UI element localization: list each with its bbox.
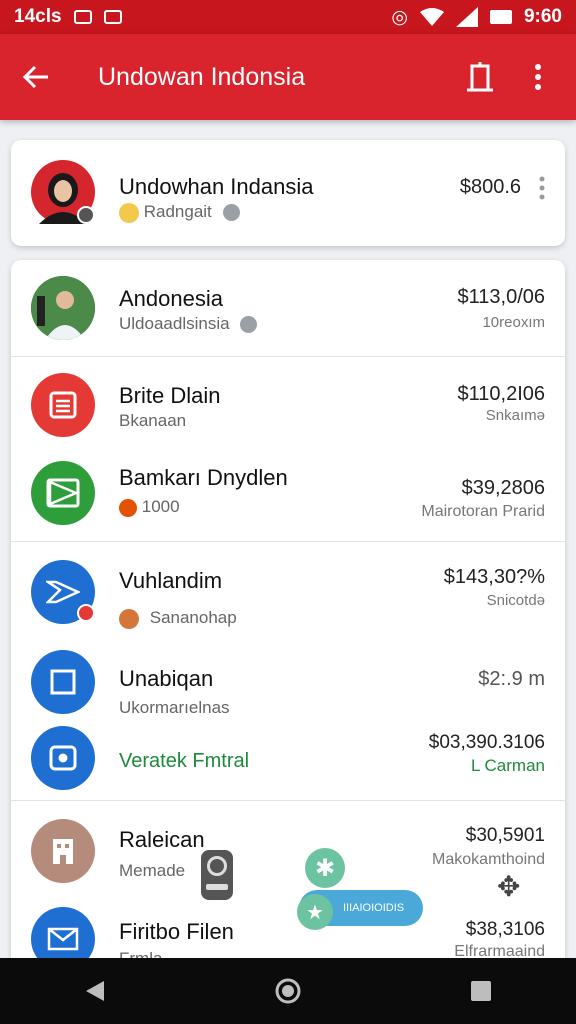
item-note: L Carman: [470, 756, 545, 775]
list-item[interactable]: Unabiqan Ukormarıelnas $2:.9 m: [11, 642, 565, 720]
item-subtitle: Memade: [119, 861, 186, 880]
emoji-icon: [119, 608, 139, 629]
item-name: Raleican: [119, 827, 205, 852]
puzzle-icon[interactable]: ✥: [497, 870, 520, 903]
item-subtitle-text: Uldoaadlsinsia: [119, 314, 230, 333]
item-subtitle: Bkanaan: [119, 411, 187, 430]
more-options-button[interactable]: [516, 55, 560, 99]
item-name: Firitbo Filen: [119, 919, 234, 944]
account-name: Undowhan Indansia: [119, 174, 314, 199]
list-item[interactable]: Veratek Fmtral $03,390.3106 L Carman: [11, 720, 565, 800]
item-amount: $39,2806: [461, 477, 545, 499]
item-note: 10reoxım: [482, 314, 545, 331]
signal-icon: [455, 7, 478, 27]
list-item[interactable]: Raleican Memade $30,5901 Makokamthoind: [11, 801, 565, 891]
back-button[interactable]: [16, 57, 56, 97]
item-amount: $03,390.3106: [428, 732, 545, 753]
status-time-left: 14cls: [14, 6, 62, 27]
list-item[interactable]: Brite Dlain Bkanaan $110,2I06 Snkaımə: [11, 357, 565, 445]
item-subtitle-text: 1000: [141, 497, 180, 516]
emoji-icon: [119, 202, 139, 223]
flight-icon: [31, 560, 95, 624]
page-title: Undowan Indonsia: [98, 62, 306, 91]
item-note: Snkaımə: [485, 407, 545, 424]
list-item[interactable]: Vuhlandim Sananohap $143,30?% Snicotdə: [11, 542, 565, 642]
send-icon: [31, 461, 95, 525]
item-amount: $2:.9 m: [478, 668, 545, 690]
item-name: Vuhlandim: [119, 568, 223, 593]
item-amount: $113,0/06: [457, 286, 546, 308]
app-bar: Undowan Indonsia: [0, 34, 576, 120]
item-amount: $143,30?%: [443, 566, 545, 588]
account-subtitle: Radngait: [119, 202, 240, 223]
item-name: Unabiqan: [119, 666, 214, 691]
item-name: Veratek Fmtral: [119, 750, 250, 772]
wifi-icon: [419, 8, 444, 26]
message-icon: [103, 10, 122, 24]
item-note: Makokamthoind: [432, 851, 545, 868]
battery-icon: [489, 10, 512, 24]
item-name: Andonesia: [119, 286, 223, 311]
item-subtitle-text: Sananohap: [149, 608, 237, 627]
status-time-right: 9:60: [523, 6, 562, 27]
more-vertical-icon[interactable]: [539, 176, 545, 200]
nav-home-icon[interactable]: [274, 977, 302, 1005]
item-name: Brite Dlain: [119, 383, 221, 408]
camera-icon: [31, 726, 95, 790]
item-subtitle: 1000: [119, 497, 180, 517]
navigation-bar: [0, 958, 576, 1024]
avatar: [31, 160, 95, 224]
item-amount: $38,3106: [465, 919, 545, 940]
bookmark-icon: [467, 62, 493, 92]
nav-back-icon[interactable]: [84, 979, 106, 1003]
document-icon: [31, 373, 95, 437]
nav-recents-icon[interactable]: [470, 980, 492, 1002]
item-note: Mairotoran Prarid: [421, 503, 545, 520]
vibrate-icon: ◎: [391, 6, 408, 28]
list-item[interactable]: Andonesia Uldoaadlsinsia $113,0/06 10reo…: [11, 260, 565, 356]
floating-chip-label: IIIAIOIOIDIS: [343, 902, 405, 914]
back-arrow-icon: [22, 65, 48, 89]
account-amount: $800.6: [459, 176, 521, 198]
verified-icon: [222, 204, 240, 222]
transaction-list: Andonesia Uldoaadlsinsia $113,0/06 10reo…: [11, 260, 565, 980]
building-icon: [31, 819, 95, 883]
star-icon[interactable]: ✱: [305, 848, 345, 888]
status-bar: 14cls ◎ 9:60: [0, 0, 576, 34]
bookmark-button[interactable]: [458, 55, 502, 99]
more-vertical-icon: [535, 64, 541, 90]
item-subtitle: Uldoaadlsinsia: [119, 314, 258, 334]
item-amount: $30,5901: [465, 825, 545, 846]
account-subtitle-text: Radngait: [143, 202, 212, 221]
list-item[interactable]: Bamkarı Dnydlen 1000 $39,2806 Mairotoran…: [11, 445, 565, 541]
item-subtitle: Ukormarıelnas: [119, 698, 230, 717]
lock-icon[interactable]: [201, 850, 233, 900]
item-subtitle: Sananohap: [119, 608, 237, 629]
item-name: Bamkarı Dnydlen: [119, 465, 288, 490]
badge-icon: [119, 498, 137, 517]
account-header-card[interactable]: Undowhan Indansia Radngait $800.6: [11, 140, 565, 246]
item-amount: $110,2I06: [457, 383, 546, 405]
star-icon: ★: [297, 894, 333, 930]
notification-icon: [73, 10, 92, 24]
verified-icon: [240, 316, 258, 334]
avatar: [31, 276, 95, 340]
item-note: Snicotdə: [486, 592, 545, 609]
square-icon: [31, 650, 95, 714]
